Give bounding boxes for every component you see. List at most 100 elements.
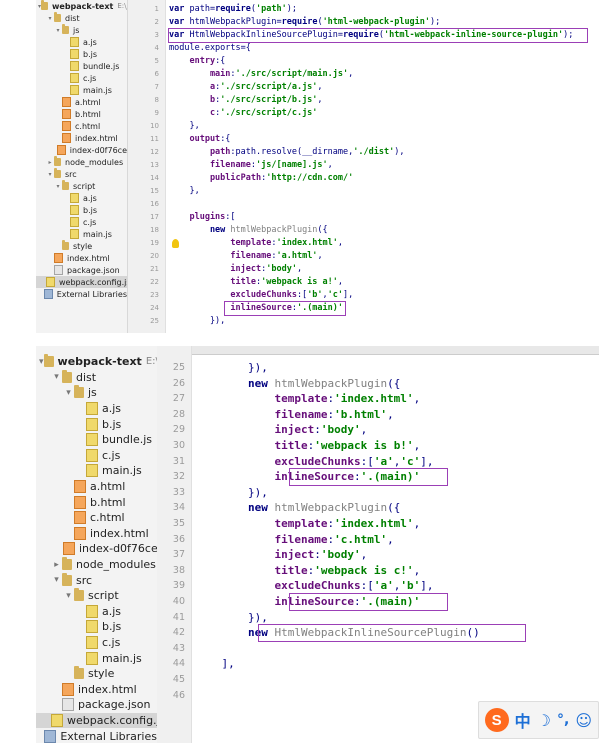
tree-item[interactable]: index.html	[36, 526, 157, 542]
tree-item[interactable]: ▾webpack-text E:\JS	[36, 0, 127, 12]
tree-item[interactable]: ▸ node_modules	[36, 557, 157, 573]
code-line[interactable]: ],	[195, 656, 234, 672]
code-line[interactable]: publicPath:'http://cdn.com/'	[169, 172, 353, 185]
expand-arrow-icon[interactable]: ▾	[63, 388, 74, 398]
punctuation-icon[interactable]: °,	[557, 712, 569, 728]
code-line[interactable]: }),	[195, 360, 268, 376]
code-line[interactable]: title:'webpack is c!',	[195, 563, 420, 579]
tree-item[interactable]: b.js	[36, 48, 127, 60]
expand-arrow-icon[interactable]: ▾	[51, 575, 62, 585]
code-line[interactable]: entry:{	[169, 55, 225, 68]
code-line[interactable]: inject:'body',	[169, 263, 302, 276]
expand-arrow-icon[interactable]: ▾	[51, 372, 62, 382]
tree-item[interactable]: ▸ node_modules	[36, 156, 127, 168]
tree-item[interactable]: b.js	[36, 416, 157, 432]
tree-item[interactable]: package.json	[36, 264, 127, 276]
code-line[interactable]: title:'webpack is b!',	[195, 438, 420, 454]
tree-item[interactable]: ▾ dist	[36, 369, 157, 386]
code-line[interactable]: output:{	[169, 133, 230, 146]
tree-item[interactable]: ▾ script	[36, 588, 157, 604]
code-line[interactable]: module.exports={	[169, 42, 251, 55]
code-line[interactable]: new htmlWebpackPlugin({	[169, 224, 328, 237]
tree-item[interactable]: main.js	[36, 463, 157, 479]
tree-item[interactable]: ▾ dist	[36, 12, 127, 24]
tree-item[interactable]: style	[36, 666, 157, 682]
tree-item[interactable]: a.js	[36, 36, 127, 48]
tree-item[interactable]: ▾ script	[36, 180, 127, 192]
code-line[interactable]: b:'./src/script/b.js',	[169, 94, 323, 107]
tree-item[interactable]: index.html	[36, 132, 127, 144]
tree-item[interactable]: ▾webpack-text E:\JS	[36, 354, 157, 370]
code-line[interactable]: filename:'b.html',	[195, 407, 393, 423]
tree-item[interactable]: style	[36, 240, 127, 252]
tree-item[interactable]: bundle.js	[36, 60, 127, 72]
tree-item[interactable]: c.js	[36, 635, 157, 651]
tree-item[interactable]: b.js	[36, 619, 157, 635]
expand-arrow-icon[interactable]: ▾	[63, 591, 74, 601]
collapse-arrow-icon[interactable]: ▸	[51, 560, 62, 570]
code-editor[interactable]: 25 }), 26 new htmlWebpackPlugin({27 templ…	[157, 346, 599, 743]
expand-arrow-icon[interactable]: ▾	[54, 183, 62, 190]
expand-arrow-icon[interactable]: ▾	[39, 357, 44, 367]
tree-item[interactable]: webpack.config.js	[36, 712, 157, 729]
tree-item[interactable]: a.js	[36, 401, 157, 417]
tree-item[interactable]: index.html	[36, 252, 127, 264]
tree-item[interactable]: a.html	[36, 479, 157, 495]
tree-item[interactable]: b.html	[36, 108, 127, 120]
ime-toolbar[interactable]: S 中 ☽ °, ☺	[477, 701, 599, 739]
tree-item[interactable]: main.js	[36, 650, 157, 666]
tree-item[interactable]: External Libraries	[36, 288, 127, 300]
code-line[interactable]: excludeChunks:['a','c'],	[195, 454, 433, 470]
tree-item[interactable]: package.json	[36, 697, 157, 713]
ime-language[interactable]: 中	[515, 708, 531, 732]
code-line[interactable]: },	[169, 185, 199, 198]
code-line[interactable]: inject:'body',	[195, 422, 367, 438]
code-line[interactable]: filename:'c.html',	[195, 532, 393, 548]
code-line[interactable]: }),	[195, 610, 268, 626]
tree-item[interactable]: a.js	[36, 604, 157, 620]
code-line[interactable]: var path=require('path');	[169, 3, 297, 16]
code-line[interactable]: inject:'body',	[195, 547, 367, 563]
tree-item[interactable]: index.html	[36, 682, 157, 698]
tree-item[interactable]: External Libraries	[36, 728, 157, 743]
code-line[interactable]: main:'./src/script/main.js',	[169, 68, 353, 81]
collapse-arrow-icon[interactable]: ▸	[46, 159, 54, 166]
code-line[interactable]: c:'./src/script/c.js'	[169, 107, 317, 120]
tree-item[interactable]: b.html	[36, 494, 157, 510]
editor-tab-bar[interactable]	[157, 346, 599, 355]
emoji-icon[interactable]: ☺	[575, 711, 592, 730]
tree-item[interactable]: b.js	[36, 204, 127, 216]
sogou-logo-icon[interactable]: S	[484, 708, 509, 732]
code-line[interactable]: }),	[195, 485, 268, 501]
expand-arrow-icon[interactable]: ▾	[46, 171, 54, 178]
tree-item[interactable]: main.js	[36, 228, 127, 240]
tree-item[interactable]: ▾ js	[36, 385, 157, 401]
code-line[interactable]: new htmlWebpackPlugin({	[195, 500, 400, 516]
code-line[interactable]: filename:'js/[name].js',	[169, 159, 333, 172]
code-line[interactable]: template:'index.html',	[195, 516, 420, 532]
tree-item[interactable]: c.html	[36, 510, 157, 526]
tree-item[interactable]: c.js	[36, 448, 157, 464]
code-line[interactable]: template:'index.html',	[195, 391, 420, 407]
tree-item[interactable]: a.html	[36, 96, 127, 108]
code-line[interactable]: new htmlWebpackPlugin({	[195, 376, 400, 392]
tree-item[interactable]: c.js	[36, 216, 127, 228]
tree-item[interactable]: ▾ src	[36, 572, 157, 588]
code-line[interactable]: plugins:[	[169, 211, 235, 224]
code-line[interactable]: title:'webpack is a!',	[169, 276, 343, 289]
code-line[interactable]: path:path.resolve(__dirname,'./dist'),	[169, 146, 405, 159]
expand-arrow-icon[interactable]: ▾	[46, 15, 54, 22]
tree-item[interactable]: index-d0f76ce	[36, 144, 127, 156]
intention-bulb-icon[interactable]	[172, 239, 179, 248]
expand-arrow-icon[interactable]: ▾	[54, 27, 62, 34]
moon-icon[interactable]: ☽	[537, 711, 551, 730]
code-line[interactable]: filename:'a.html',	[169, 250, 322, 263]
tree-item[interactable]: c.js	[36, 72, 127, 84]
code-line[interactable]: },	[169, 120, 199, 133]
tree-item[interactable]: index-d0f76ce	[36, 541, 157, 557]
code-line[interactable]: }),	[169, 315, 225, 328]
tree-item[interactable]: c.html	[36, 120, 127, 132]
tree-item[interactable]: main.js	[36, 84, 127, 96]
tree-item[interactable]: ▾ src	[36, 168, 127, 180]
tree-item[interactable]: a.js	[36, 192, 127, 204]
